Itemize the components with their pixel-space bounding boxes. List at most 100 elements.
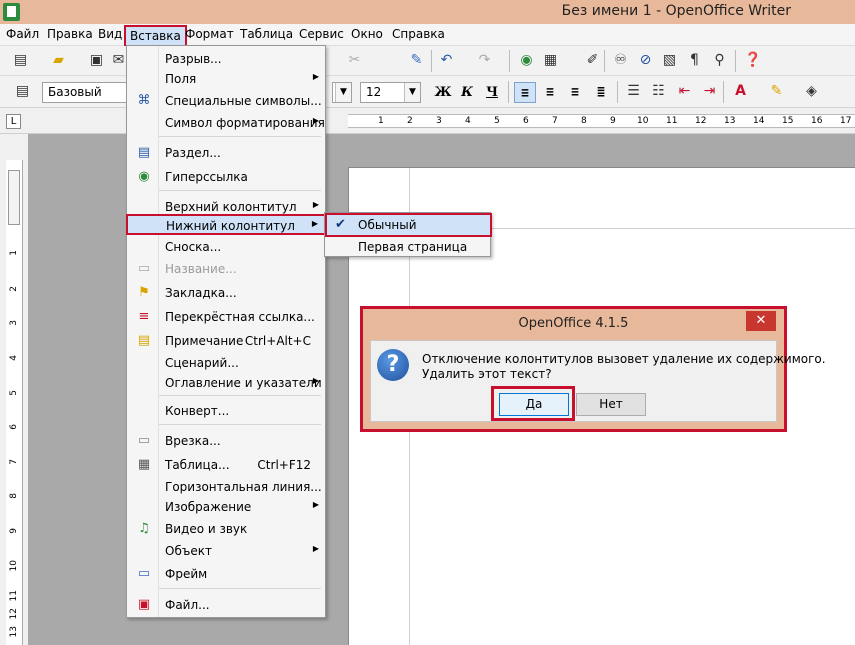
menu-item-indexes[interactable]: Оглавление и указатели ▶ xyxy=(127,373,325,394)
font-size-combo[interactable]: 12 ▼ xyxy=(360,82,421,103)
draw-functions-icon[interactable]: ✐ xyxy=(584,52,601,69)
menu-item-envelope[interactable]: Конверт... xyxy=(127,401,325,422)
email-icon[interactable]: ✉ xyxy=(110,52,127,69)
increase-indent-icon[interactable]: ⇥ xyxy=(701,83,718,100)
menu-item-label: Видео и звук xyxy=(165,522,248,536)
ruler-tick-label: 12 xyxy=(9,608,19,620)
menu-item-special-character[interactable]: ⌘ Специальные символы... xyxy=(127,91,325,112)
menu-item-fields[interactable]: Поля ▶ xyxy=(127,69,325,90)
menu-item-label: Врезка... xyxy=(165,434,221,448)
ruler-tick-label: 4 xyxy=(9,355,19,361)
ruler-tick-label: 13 xyxy=(724,116,736,126)
menu-item-insert-file[interactable]: ▣ Файл... xyxy=(127,595,325,616)
italic-button[interactable]: К xyxy=(456,82,478,103)
insert-table-icon[interactable]: ▦ xyxy=(542,52,559,69)
highlighting-icon[interactable]: ✎ xyxy=(768,83,785,100)
vertical-ruler[interactable]: 1 2 3 4 5 6 7 8 9 10 11 12 13 xyxy=(6,160,23,645)
formatting-marks-icon[interactable]: ¶ xyxy=(686,52,703,69)
submenu-item-default-style[interactable]: ✔ Обычный xyxy=(325,213,492,237)
font-name-combo[interactable]: ▼ xyxy=(332,82,352,103)
gallery-icon[interactable]: ⊘ xyxy=(637,52,654,69)
align-center-button[interactable]: ≡ xyxy=(539,82,561,103)
menu-item-media[interactable]: ♫ Видео и звук xyxy=(127,519,325,540)
ruler-tick-label: 2 xyxy=(407,116,413,126)
underline-button[interactable]: Ч xyxy=(481,82,503,103)
menu-item-image[interactable]: Изображение ▶ xyxy=(127,497,325,518)
menu-item-hyperlink[interactable]: ◉ Гиперссылка xyxy=(127,167,325,188)
open-icon[interactable]: ▰ xyxy=(50,52,67,69)
menu-view[interactable]: Вид xyxy=(98,27,122,41)
menu-item-footer[interactable]: Нижний колонтитул ▶ xyxy=(126,214,326,235)
align-left-button[interactable]: ≡ xyxy=(514,82,536,103)
zoom-icon[interactable]: ⚲ xyxy=(711,52,728,69)
redo-icon[interactable]: ↷ xyxy=(476,52,493,69)
submenu-item-first-page[interactable]: Первая страница xyxy=(325,237,492,257)
decrease-indent-icon[interactable]: ⇤ xyxy=(676,83,693,100)
menu-item-horizontal-line[interactable]: Горизонтальная линия... xyxy=(127,477,325,498)
menu-item-floating-frame[interactable]: ▭ Фрейм xyxy=(127,564,325,585)
bullets-icon[interactable]: ☷ xyxy=(650,83,667,100)
menu-item-footnote[interactable]: Сноска... xyxy=(127,237,325,258)
menu-bar: Файл Правка Вид Вставка Формат Таблица С… xyxy=(0,24,855,47)
menu-item-break[interactable]: Разрыв... xyxy=(127,49,325,70)
ruler-tick-label: 17 xyxy=(840,116,852,126)
menu-help[interactable]: Справка xyxy=(392,27,445,41)
cut-icon[interactable]: ✂ xyxy=(346,52,363,69)
menu-separator xyxy=(159,424,321,425)
menu-file[interactable]: Файл xyxy=(6,27,39,41)
menu-window[interactable]: Окно xyxy=(351,27,383,41)
save-icon[interactable]: ▣ xyxy=(88,52,105,69)
help-icon[interactable]: ❓ xyxy=(744,52,761,69)
omega-icon: ⌘ xyxy=(137,93,151,108)
chevron-down-icon[interactable]: ▼ xyxy=(404,83,420,102)
menu-item-label: Перекрёстная ссылка... xyxy=(165,310,315,324)
close-button[interactable]: ✕ xyxy=(746,311,776,331)
undo-icon[interactable]: ↶ xyxy=(438,52,455,69)
navigator-icon[interactable]: ◉ xyxy=(518,52,535,69)
bold-button[interactable]: Ж xyxy=(432,82,454,103)
menu-item-frame[interactable]: ▭ Врезка... xyxy=(127,431,325,452)
menu-item-comment[interactable]: ▤ Примечание Ctrl+Alt+C xyxy=(127,331,325,352)
horizontal-ruler[interactable]: 1 2 3 4 5 6 7 8 9 10 11 12 13 14 15 16 1… xyxy=(348,114,855,128)
menu-insert[interactable]: Вставка xyxy=(124,25,187,47)
menu-item-section[interactable]: ▤ Раздел... xyxy=(127,143,325,164)
menu-separator xyxy=(159,588,321,589)
menu-item-formatting-mark[interactable]: Символ форматирования ▶ xyxy=(127,113,325,134)
format-paintbrush-icon[interactable]: ✎ xyxy=(408,52,425,69)
menu-item-label: Объект xyxy=(165,544,212,558)
data-sources-icon[interactable]: ▧ xyxy=(661,52,678,69)
menu-item-bookmark[interactable]: ⚑ Закладка... xyxy=(127,283,325,304)
ruler-tick-label: 3 xyxy=(436,116,442,126)
justify-button[interactable]: ≣ xyxy=(590,82,612,103)
menu-item-caption[interactable]: ▭ Название... xyxy=(127,259,325,280)
menu-item-label: Верхний колонтитул xyxy=(165,200,297,214)
toolbar-separator xyxy=(604,50,605,72)
menu-item-cross-reference[interactable]: ≡ Перекрёстная ссылка... xyxy=(127,307,325,328)
menu-table[interactable]: Таблица xyxy=(240,27,293,41)
menu-format[interactable]: Формат xyxy=(185,27,234,41)
ruler-margin-marker xyxy=(8,170,20,225)
submenu-arrow-icon: ▶ xyxy=(311,219,318,228)
caption-icon: ▭ xyxy=(137,261,151,276)
align-right-button[interactable]: ≡ xyxy=(564,82,586,103)
new-document-icon[interactable]: ▤ xyxy=(12,52,29,69)
numbering-icon[interactable]: ☰ xyxy=(625,83,642,100)
menu-item-object[interactable]: Объект ▶ xyxy=(127,541,325,562)
no-button[interactable]: Нет xyxy=(576,393,646,416)
ruler-tick-label: 2 xyxy=(9,286,19,292)
font-color-icon[interactable]: A xyxy=(732,83,749,100)
paragraph-style-value: Базовый xyxy=(48,85,102,99)
background-color-icon[interactable]: ◈ xyxy=(803,83,820,100)
menu-separator xyxy=(159,136,321,137)
chevron-down-icon[interactable]: ▼ xyxy=(335,83,351,102)
styles-formatting-icon[interactable]: ▤ xyxy=(14,83,31,100)
tab-stop-selector[interactable]: L xyxy=(6,114,21,129)
menu-tools[interactable]: Сервис xyxy=(299,27,344,41)
ruler-tick-label: 8 xyxy=(9,493,19,499)
find-replace-icon[interactable]: ♾ xyxy=(612,52,629,69)
toolbar-separator xyxy=(617,81,618,103)
menu-edit[interactable]: Правка xyxy=(47,27,93,41)
menu-item-table[interactable]: ▦ Таблица... Ctrl+F12 xyxy=(127,455,325,476)
menu-item-label: Гиперссылка xyxy=(165,170,248,184)
menu-item-script[interactable]: Сценарий... xyxy=(127,353,325,374)
